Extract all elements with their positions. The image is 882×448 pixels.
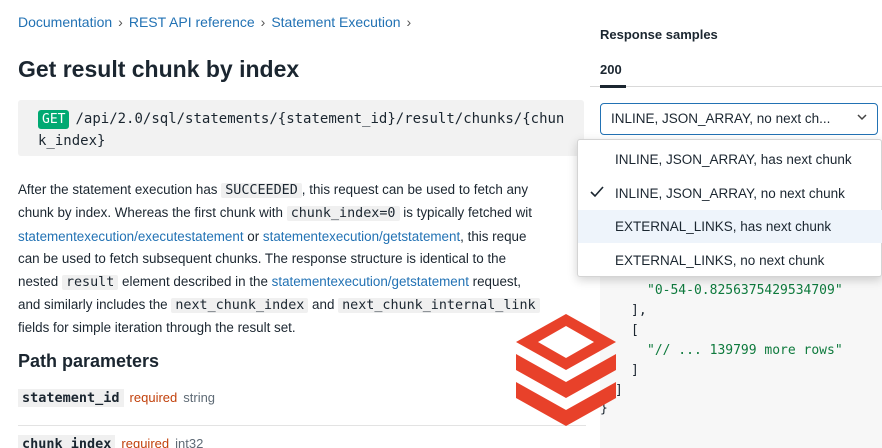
menu-item-label: EXTERNAL_LINKS, no next chunk	[615, 253, 825, 268]
endpoint-description: After the statement execution has SUCCEE…	[18, 179, 590, 340]
link-getstatement-2[interactable]: statementexecution/getstatement	[272, 274, 469, 289]
chevron-down-icon	[857, 112, 867, 124]
active-tab-indicator	[600, 85, 626, 88]
desc-text: or	[243, 228, 263, 244]
param-row: statement_id required string	[18, 389, 586, 426]
desc-text: can be used to fetch subsequent chunks. …	[18, 251, 507, 267]
checkmark-icon	[590, 185, 604, 201]
param-row: chunk_index required int32	[18, 435, 586, 448]
menu-item-inline-has-next[interactable]: INLINE, JSON_ARRAY, has next chunk	[578, 143, 882, 176]
desc-text: request,	[468, 273, 522, 289]
desc-text: is typically fetched wit	[399, 205, 532, 221]
sample-selector-value: INLINE, JSON_ARRAY, no next ch...	[611, 111, 831, 126]
desc-text: After the statement execution has	[18, 182, 222, 197]
app-frame: Documentation › REST API reference › Stateme…	[0, 0, 882, 448]
breadcrumb-rest-api-reference[interactable]: REST API reference	[129, 14, 255, 30]
tab-divider	[590, 85, 882, 88]
endpoint-path-line2: k_index}	[38, 133, 106, 149]
response-samples-heading: Response samples	[600, 27, 718, 42]
param-name: chunk_index	[18, 435, 116, 448]
param-name: statement_id	[18, 389, 124, 407]
desc-text: and	[308, 297, 339, 313]
path-parameters-heading: Path parameters	[18, 351, 160, 371]
breadcrumb: Documentation › REST API reference › Stateme…	[18, 14, 417, 30]
link-getstatement[interactable]: statementexecution/getstatement	[263, 229, 460, 244]
inline-code-next-chunk-index: next_chunk_index	[171, 298, 309, 314]
breadcrumb-separator: ›	[118, 14, 123, 30]
desc-text: , this reque	[460, 228, 527, 244]
databricks-logo-icon	[516, 314, 616, 426]
desc-text: fields for simple iteration through the …	[18, 320, 296, 336]
http-method-badge: GET	[38, 110, 70, 129]
code-line: "// ... 139799 more rows"	[647, 343, 843, 358]
param-required: required	[121, 436, 170, 448]
tab-status-200[interactable]: 200	[600, 62, 622, 77]
param-type: int32	[175, 436, 204, 448]
inline-code-chunk-index: chunk_index=0	[286, 206, 400, 222]
code-line: [	[631, 323, 639, 338]
link-executestatement[interactable]: statementexecution/executestatement	[18, 229, 244, 244]
menu-item-external-no-next[interactable]: EXTERNAL_LINKS, no next chunk	[578, 244, 882, 277]
code-line: ]	[631, 363, 639, 378]
code-line: ],	[631, 303, 647, 318]
code-line: "0-54-0.8256375429534709"	[647, 283, 843, 298]
endpoint-path-line1: /api/2.0/sql/statements/{statement_id}/r…	[75, 111, 565, 127]
desc-text: nested	[18, 273, 62, 289]
desc-text: element described in the	[118, 273, 272, 289]
menu-item-inline-no-next[interactable]: INLINE, JSON_ARRAY, no next chunk	[578, 177, 882, 210]
desc-text: , this request can be used to fetch any	[301, 182, 529, 197]
param-type: string	[183, 390, 216, 405]
desc-text: chunk by index. Whereas the first chunk …	[18, 205, 287, 221]
sample-selector[interactable]: INLINE, JSON_ARRAY, no next ch...	[600, 103, 878, 135]
endpoint-box: GET/api/2.0/sql/statements/{statement_id…	[18, 100, 584, 156]
inline-code-result: result	[61, 274, 119, 290]
page-title: Get result chunk by index	[18, 56, 300, 82]
menu-item-external-has-next[interactable]: EXTERNAL_LINKS, has next chunk	[578, 210, 882, 243]
menu-item-label: INLINE, JSON_ARRAY, has next chunk	[615, 152, 852, 167]
breadcrumb-separator: ›	[260, 14, 266, 30]
desc-text: and similarly includes the	[18, 297, 172, 313]
doc-content: Documentation › REST API reference › Stateme…	[0, 0, 590, 448]
breadcrumb-documentation[interactable]: Documentation	[18, 14, 112, 30]
inline-code-next-chunk-internal-link: next_chunk_internal_link	[338, 298, 540, 314]
inline-code-succeeded: SUCCEEDED	[221, 183, 302, 198]
menu-item-label: INLINE, JSON_ARRAY, no next chunk	[615, 186, 845, 201]
menu-item-label: EXTERNAL_LINKS, has next chunk	[615, 219, 832, 234]
param-required: required	[129, 390, 178, 405]
breadcrumb-statement-execution[interactable]: Statement Execution	[271, 14, 400, 30]
breadcrumb-separator: ›	[406, 14, 412, 30]
sample-options-menu: INLINE, JSON_ARRAY, has next chunk INLIN…	[577, 139, 882, 277]
